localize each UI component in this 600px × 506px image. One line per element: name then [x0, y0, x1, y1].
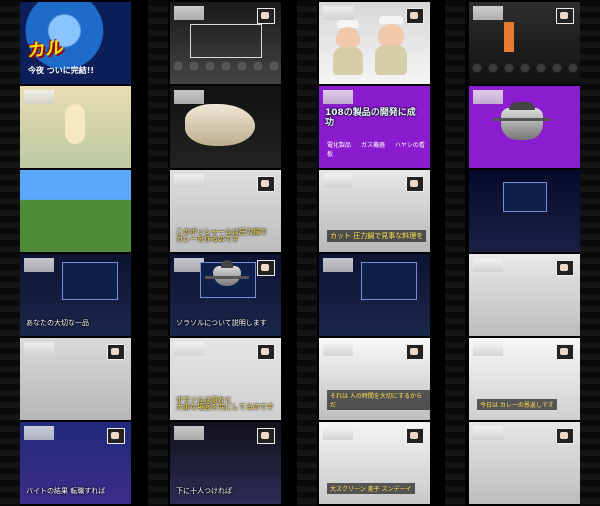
logo-icon [257, 344, 275, 360]
thumbnail-12 [469, 170, 580, 252]
logo-icon [556, 8, 574, 24]
thumbnail-6 [170, 86, 281, 168]
thumbnail-caption: 下に十人つけれぱ [176, 487, 232, 496]
thumbnail-caption: ソラソルについて説明します [176, 319, 267, 328]
logo-icon [406, 176, 424, 192]
thumbnail-caption: バイトの結果 転職すれば [26, 487, 106, 496]
thumbnail-label: 電化製品 [327, 142, 352, 149]
thumbnail-label: ガス機器 [360, 142, 385, 149]
thumbnail-7: 108の製品の開発に成功 電化製品 ガス機器 ハヤシの看板 [319, 86, 430, 168]
thumbnail-caption: 大スクリーン 美子 スンデーイ [327, 483, 415, 494]
thumbnail-10: このボッシャールは圧力鍋で カレーを作るのです [170, 170, 281, 252]
thumbnail-2 [170, 2, 281, 84]
thumbnail-subtitle: 今夜 ついに完結!! [28, 66, 95, 75]
film-strip-2 [297, 0, 317, 506]
thumbnail-1: カル 今夜 ついに完結!! [20, 2, 131, 84]
thumbnail-14: ソラソルについて説明します [170, 254, 281, 336]
logo-icon [406, 344, 424, 360]
logo-icon [556, 428, 574, 444]
logo-icon [556, 344, 574, 360]
logo-icon [406, 428, 424, 444]
thumbnail-caption: カット 圧力鍋で見事な料理を [327, 230, 427, 242]
logo-icon [257, 428, 275, 444]
thumbnail-caption: あなたの大切な一品 [26, 319, 89, 328]
film-strip-3 [445, 0, 465, 506]
thumbnail-caption: このボッシャールは圧力鍋で カレーを作るのです [176, 227, 267, 244]
thumbnail-4 [469, 2, 580, 84]
thumbnail-16 [469, 254, 580, 336]
thumbnail-caption: ボラソルは誰かと 大事な場面を共にしてるのです [176, 395, 274, 412]
logo-icon [257, 260, 275, 276]
thumbnail-caption: 今日は カレーの恩返しです [477, 399, 557, 410]
right-film-strip [580, 0, 600, 506]
film-strip-1 [148, 0, 168, 506]
thumbnail-20: 今日は カレーの恩返しです [469, 338, 580, 420]
thumbnail-23: 大スクリーン 美子 スンデーイ [319, 422, 430, 504]
logo-icon [406, 8, 424, 24]
thumbnail-9 [20, 170, 131, 252]
thumbnail-18: ボラソルは誰かと 大事な場面を共にしてるのです [170, 338, 281, 420]
thumbnail-24 [469, 422, 580, 504]
thumbnail-22: 下に十人つけれぱ [170, 422, 281, 504]
thumbnail-13: あなたの大切な一品 [20, 254, 131, 336]
logo-icon [257, 176, 275, 192]
thumbnail-21: バイトの結果 転職すれば [20, 422, 131, 504]
thumbnail-8 [469, 86, 580, 168]
thumbnail-17 [20, 338, 131, 420]
thumbnail-19: それは 人の時間を大切にするからだ [319, 338, 430, 420]
logo-icon [257, 8, 275, 24]
contact-sheet: カル 今夜 ついに完結!! 108の製品の開発に成功 電化製品 ガス機器 ハヤシ… [0, 0, 600, 506]
thumbnail-11: カット 圧力鍋で見事な料理を [319, 170, 430, 252]
logo-icon [556, 260, 574, 276]
thumbnail-15 [319, 254, 430, 336]
thumbnail-caption: それは 人の時間を大切にするからだ [327, 390, 430, 410]
left-film-strip [0, 0, 20, 506]
thumbnail-5 [20, 86, 131, 168]
thumbnail-caption: 108の製品の開発に成功 [325, 108, 416, 128]
thumbnail-3 [319, 2, 430, 84]
logo-icon [107, 428, 125, 444]
logo-icon [107, 344, 125, 360]
